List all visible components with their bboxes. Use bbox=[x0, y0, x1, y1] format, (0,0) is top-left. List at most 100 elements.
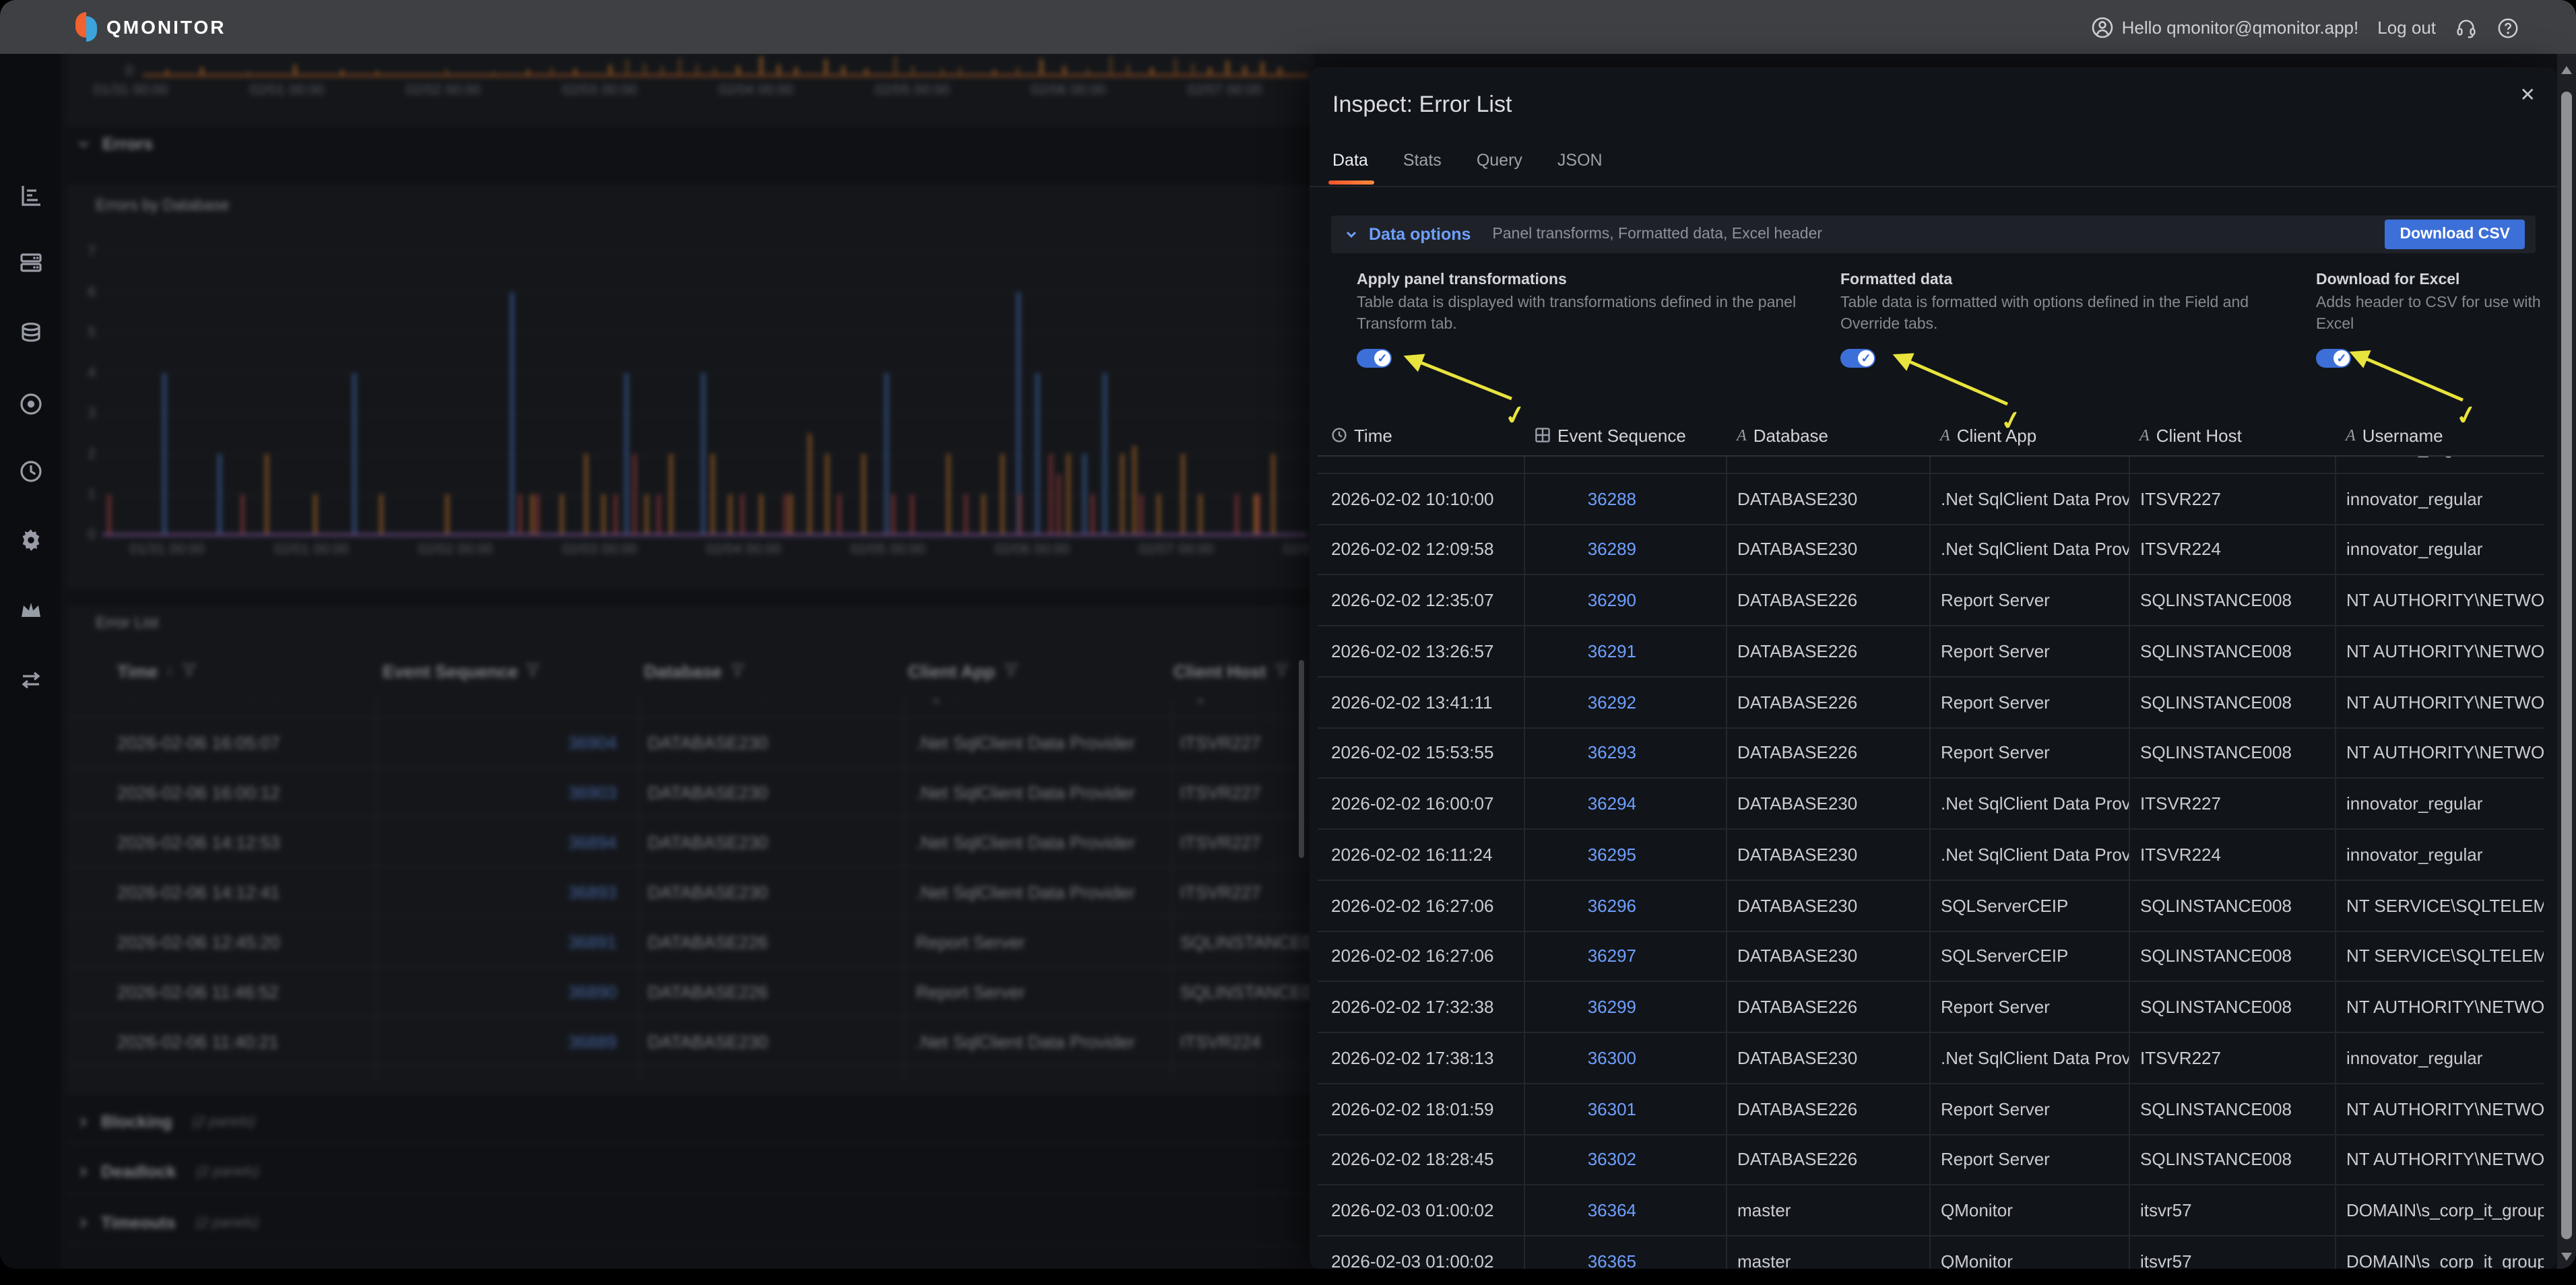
event-sequence-link[interactable]: 36296 bbox=[1524, 880, 1726, 931]
table-row: 2026-02-02 13:26:5736291DATABASE226Repor… bbox=[1318, 626, 2544, 677]
text-field-icon: A bbox=[2346, 425, 2356, 445]
close-icon[interactable]: ✕ bbox=[2515, 78, 2541, 112]
inspect-table-body-clip: innovator_regular 2026-02-02 10:10:003628… bbox=[1318, 457, 2544, 1269]
tab-stats[interactable]: Stats bbox=[1403, 151, 1442, 178]
cell: .Net SqlClient Data Provider bbox=[1929, 1032, 2129, 1084]
event-sequence-link[interactable]: 36293 bbox=[1524, 727, 1726, 779]
cell bbox=[1318, 457, 1524, 473]
cell: DATABASE230 bbox=[1726, 1032, 1929, 1084]
brand[interactable]: QMONITOR bbox=[75, 12, 226, 42]
cell: 2026-02-03 01:00:02 bbox=[1318, 1185, 1524, 1237]
cell: SQLINSTANCE008 bbox=[2129, 1084, 2335, 1135]
grid-field-icon bbox=[1535, 427, 1551, 443]
cell: DOMAIN\s_corp_it_group bbox=[2335, 1236, 2544, 1269]
toggle-group-3: Download for ExcelAdds header to CSV for… bbox=[2316, 272, 2552, 368]
event-sequence-link[interactable]: 36300 bbox=[1524, 1032, 1726, 1084]
event-sequence-link[interactable]: 36302 bbox=[1524, 1134, 1726, 1185]
event-sequence-link[interactable]: 36291 bbox=[1524, 626, 1726, 677]
help-icon[interactable] bbox=[2497, 15, 2519, 38]
tab-json[interactable]: JSON bbox=[1557, 151, 1603, 178]
cell: innovator_regular bbox=[2335, 779, 2544, 830]
cell: SQLINSTANCE008 bbox=[2129, 677, 2335, 728]
scroll-down-arrow-icon[interactable] bbox=[2561, 1253, 2572, 1261]
cell bbox=[1524, 457, 1726, 473]
sidebar-item-servers[interactable] bbox=[0, 242, 61, 288]
logout-link[interactable]: Log out bbox=[2377, 17, 2436, 37]
left-sidebar bbox=[0, 54, 61, 1269]
column-header-time[interactable]: Time bbox=[1318, 425, 1524, 445]
event-sequence-link[interactable]: 36292 bbox=[1524, 677, 1726, 728]
data-options-toggle[interactable]: Data options bbox=[1369, 225, 1471, 244]
cell: 2026-02-03 01:00:02 bbox=[1318, 1236, 1524, 1269]
cell: innovator_regular bbox=[2335, 524, 2544, 575]
cell: innovator_regular bbox=[2335, 457, 2544, 473]
cell: NT AUTHORITY\NETWORK SERVICE bbox=[2335, 626, 2544, 677]
toggle-description: Table data is displayed with transformat… bbox=[1357, 294, 1822, 335]
dashboard-scrollbar-thumb[interactable] bbox=[1299, 660, 1304, 858]
table-row: 2026-02-02 16:11:2436295DATABASE230.Net … bbox=[1318, 829, 2544, 880]
cell: DATABASE226 bbox=[1726, 1134, 1929, 1185]
event-sequence-link[interactable]: 36299 bbox=[1524, 982, 1726, 1033]
column-header-event-sequence[interactable]: Event Sequence bbox=[1524, 425, 1726, 445]
download-csv-button[interactable]: Download CSV bbox=[2385, 220, 2525, 249]
table-row: 2026-02-02 15:53:5536293DATABASE226Repor… bbox=[1318, 727, 2544, 779]
table-row: 2026-02-02 16:27:0636297DATABASE230SQLSe… bbox=[1318, 931, 2544, 982]
column-label: Client App bbox=[1957, 425, 2037, 445]
cell: 2026-02-02 16:00:07 bbox=[1318, 779, 1524, 830]
event-sequence-link[interactable]: 36288 bbox=[1524, 473, 1726, 525]
toggle-switch[interactable]: ✓ bbox=[1840, 349, 1875, 368]
scroll-up-arrow-icon[interactable] bbox=[2561, 66, 2572, 74]
transfer-icon bbox=[17, 666, 44, 700]
toggle-check-icon: ✓ bbox=[2333, 350, 2350, 366]
text-field-icon: A bbox=[1737, 425, 1747, 445]
event-sequence-link[interactable]: 36295 bbox=[1524, 829, 1726, 880]
cell: QMonitor bbox=[1929, 1236, 2129, 1269]
cell: 2026-02-02 18:28:45 bbox=[1318, 1134, 1524, 1185]
sidebar-item-crown[interactable] bbox=[0, 590, 61, 636]
column-header-username[interactable]: AUsername bbox=[2335, 425, 2544, 445]
table-row: 2026-02-02 18:01:5936301DATABASE226Repor… bbox=[1318, 1084, 2544, 1135]
cell: 2026-02-02 13:41:11 bbox=[1318, 677, 1524, 728]
clock-field-icon bbox=[1331, 427, 1347, 443]
sidebar-item-transfer[interactable] bbox=[0, 660, 61, 706]
cell: 2026-02-02 16:27:06 bbox=[1318, 880, 1524, 931]
event-sequence-link[interactable]: 36297 bbox=[1524, 931, 1726, 982]
event-sequence-link[interactable]: 36294 bbox=[1524, 779, 1726, 830]
sidebar-item-history[interactable] bbox=[0, 451, 61, 497]
cell: master bbox=[1726, 1236, 1929, 1269]
cell: ITSVR227 bbox=[2129, 473, 2335, 525]
cell: DATABASE230 bbox=[1726, 829, 1929, 880]
cell: NT AUTHORITY\NETWORK SERVICE bbox=[2335, 727, 2544, 779]
event-sequence-link[interactable]: 36365 bbox=[1524, 1236, 1726, 1269]
event-sequence-link[interactable]: 36290 bbox=[1524, 575, 1726, 626]
column-header-client-host[interactable]: AClient Host bbox=[2129, 425, 2335, 445]
cell: Report Server bbox=[1929, 982, 2129, 1033]
cell bbox=[2129, 457, 2335, 473]
page-scrollbar-thumb[interactable] bbox=[2561, 92, 2572, 1239]
cell: Report Server bbox=[1929, 575, 2129, 626]
tab-data[interactable]: Data bbox=[1332, 151, 1368, 178]
event-sequence-link[interactable]: 36289 bbox=[1524, 524, 1726, 575]
cell: DATABASE226 bbox=[1726, 575, 1929, 626]
cell: SQLINSTANCE008 bbox=[2129, 880, 2335, 931]
toggle-switch[interactable]: ✓ bbox=[1357, 349, 1392, 368]
event-sequence-link[interactable]: 36364 bbox=[1524, 1185, 1726, 1237]
toggle-switch[interactable]: ✓ bbox=[2316, 349, 2351, 368]
column-header-database[interactable]: ADatabase bbox=[1726, 425, 1929, 445]
support-headset-icon[interactable] bbox=[2455, 15, 2478, 38]
cell: NT AUTHORITY\NETWORK SERVICE bbox=[2335, 1134, 2544, 1185]
column-label: Time bbox=[1354, 425, 1392, 445]
cell: .Net SqlClient Data Provider bbox=[1929, 829, 2129, 880]
sidebar-item-record[interactable] bbox=[0, 384, 61, 430]
page-scrollbar[interactable] bbox=[2557, 54, 2576, 1269]
cell: SQLINSTANCE008 bbox=[2129, 1134, 2335, 1185]
cell: 2026-02-02 10:10:00 bbox=[1318, 473, 1524, 525]
cell: ITSVR227 bbox=[2129, 1032, 2335, 1084]
tab-query[interactable]: Query bbox=[1477, 151, 1522, 178]
sidebar-item-bar-chart[interactable] bbox=[0, 175, 61, 221]
sidebar-item-settings[interactable] bbox=[0, 520, 61, 566]
column-header-client-app[interactable]: AClient App bbox=[1929, 425, 2129, 445]
column-label: Client Host bbox=[2156, 425, 2242, 445]
event-sequence-link[interactable]: 36301 bbox=[1524, 1084, 1726, 1135]
sidebar-item-database[interactable] bbox=[0, 314, 61, 360]
